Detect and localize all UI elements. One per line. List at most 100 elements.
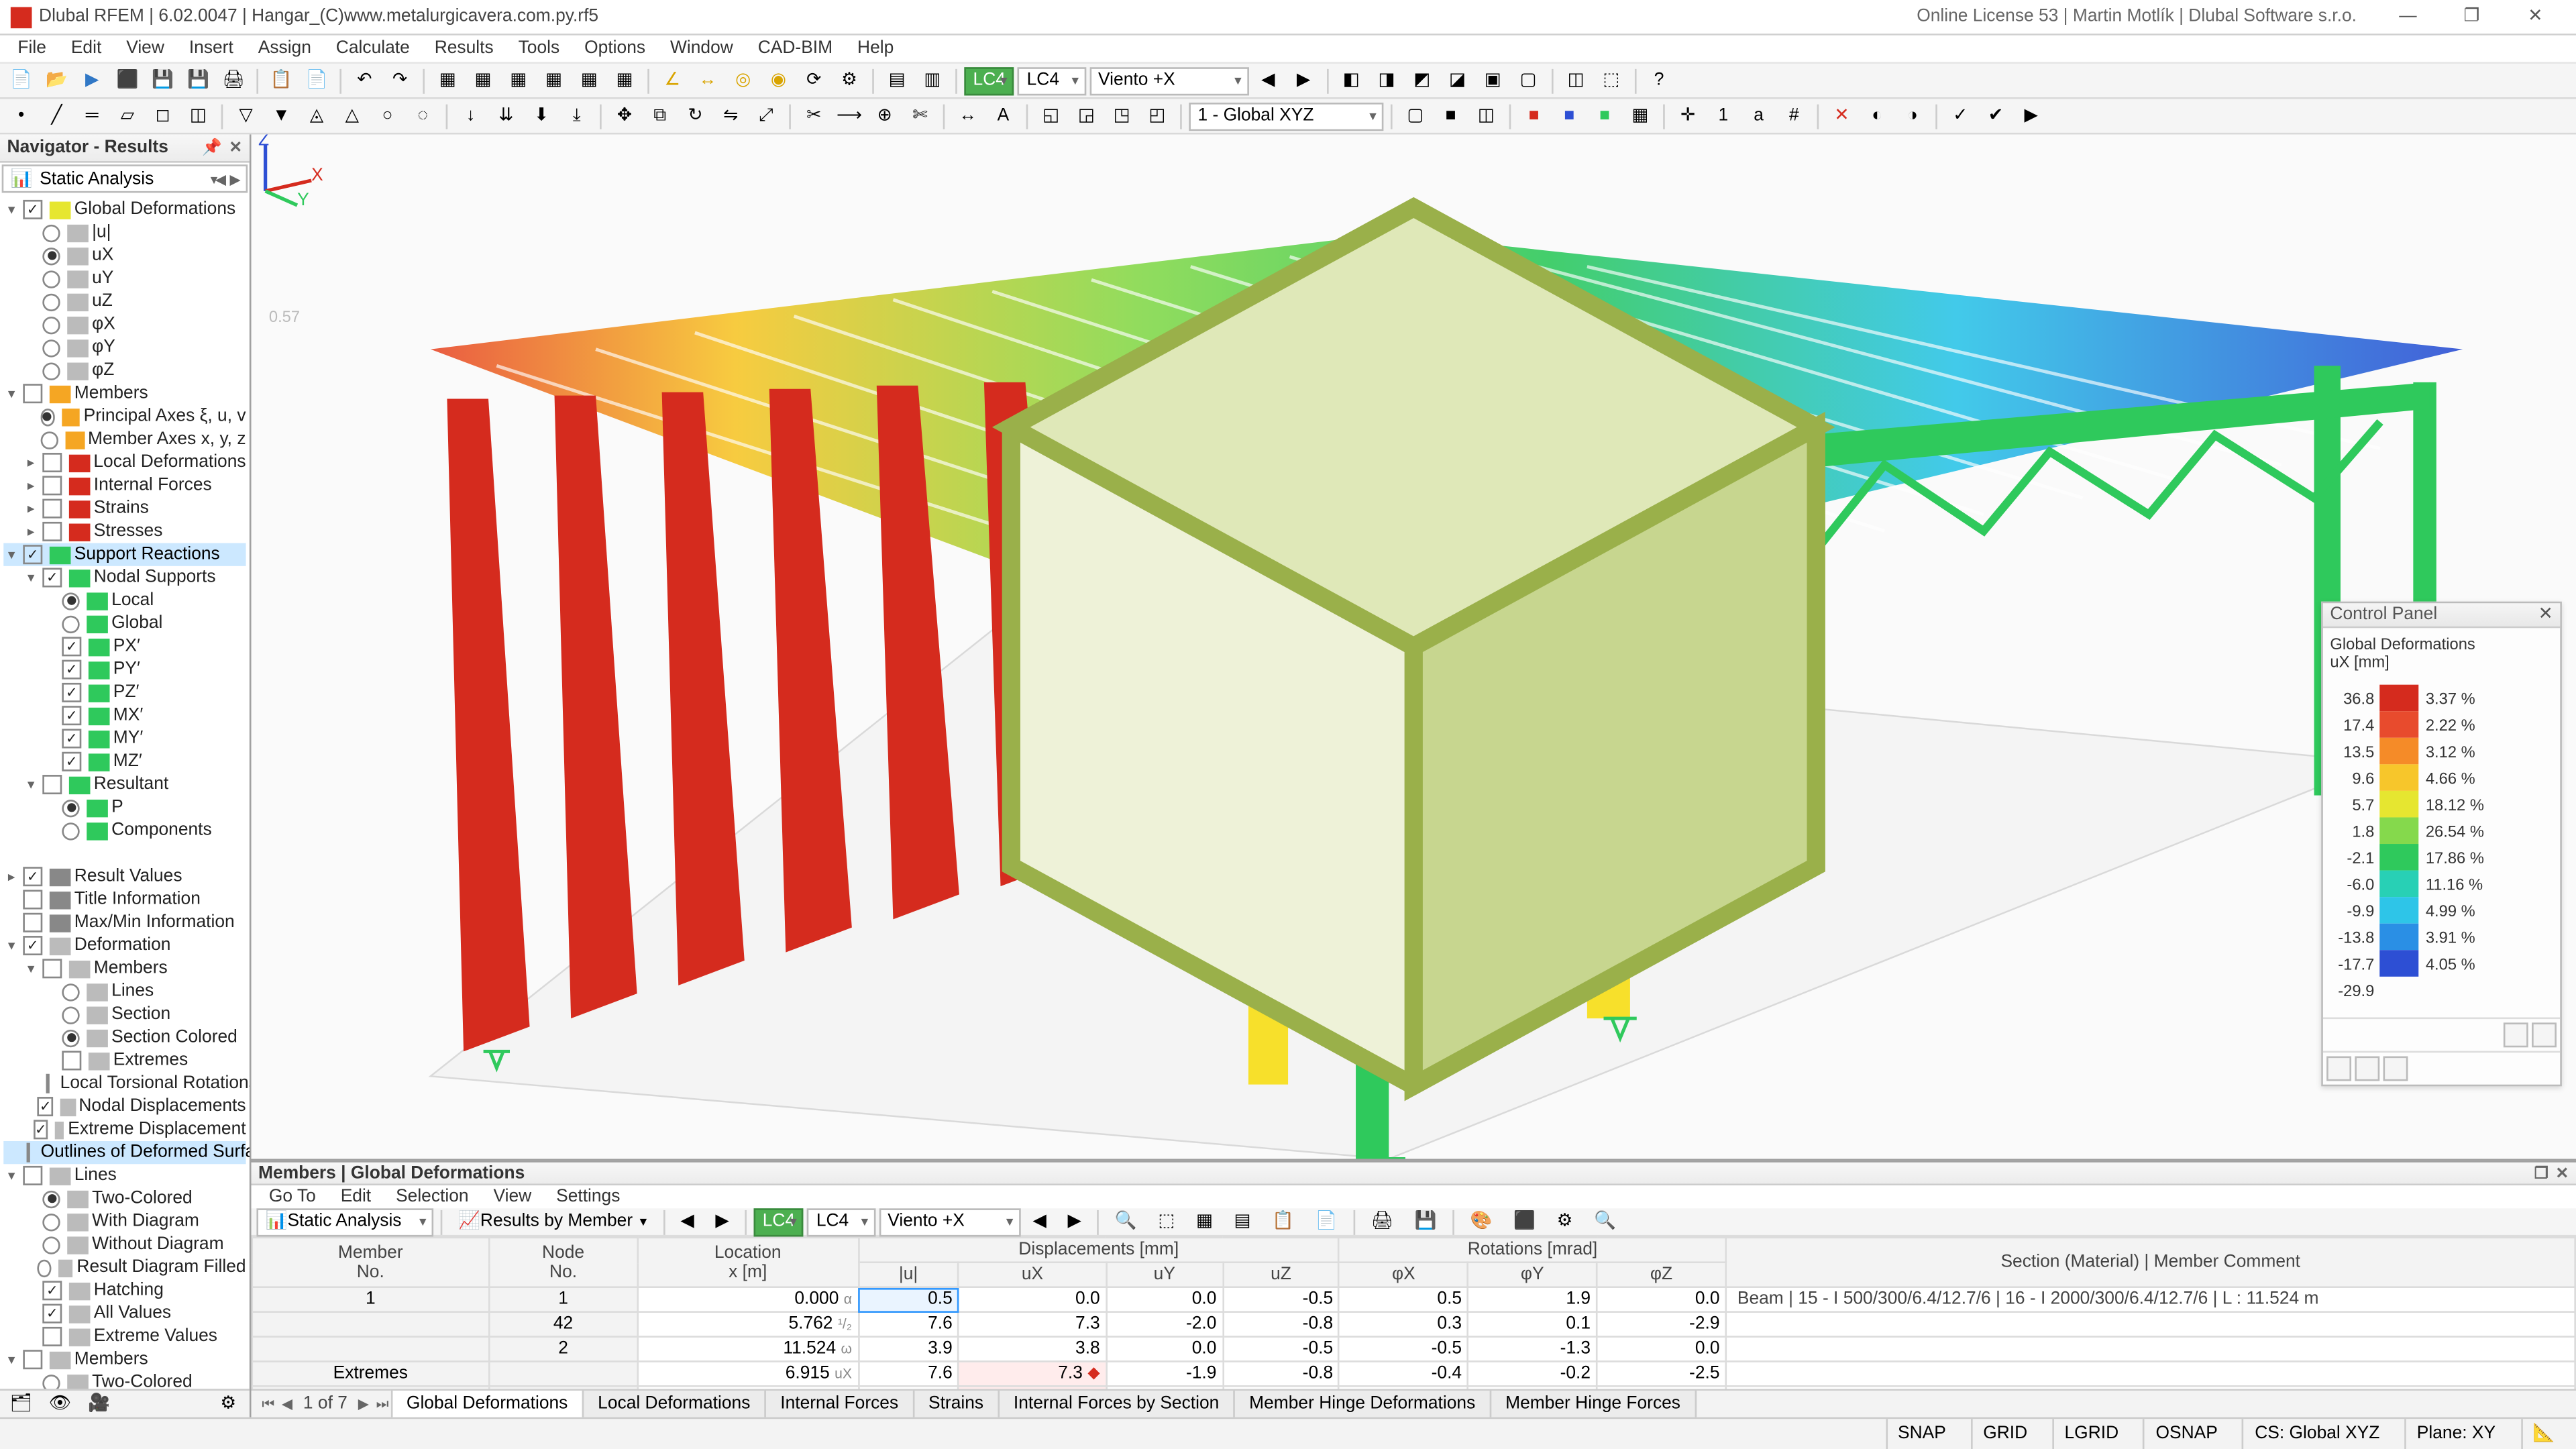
filter-button[interactable]: ▥ <box>916 64 948 96</box>
hinge-button[interactable]: ○ <box>372 100 403 131</box>
tree-tree-deformation[interactable]: ▾Deformation <box>3 934 246 957</box>
tree-tree-px[interactable]: PX′ <box>3 635 246 658</box>
tree-tree-title_info[interactable]: Title Information <box>3 888 246 911</box>
tree-tree-section[interactable]: Section <box>3 1003 246 1026</box>
tree-tree-nodal_disp[interactable]: Nodal Displacements <box>3 1095 246 1118</box>
grid-toggle[interactable]: GRID <box>1971 1419 2038 1449</box>
text-button[interactable]: A <box>987 100 1019 131</box>
menu-options[interactable]: Options <box>574 37 656 60</box>
panel-btn-l[interactable]: 🔍 <box>1585 1210 1625 1234</box>
copy-obj-button[interactable]: ⧉ <box>644 100 676 131</box>
extend-button[interactable]: ⟶ <box>833 100 865 131</box>
tree-tree-pr_axes[interactable]: Principal Axes ξ, u, v <box>3 405 246 428</box>
grid-f-button[interactable]: ▦ <box>608 64 640 96</box>
tab-internal-forces[interactable]: Internal Forces <box>765 1389 914 1417</box>
menu-window[interactable]: Window <box>659 37 743 60</box>
dim-button[interactable]: ↔ <box>952 100 983 131</box>
label-c-button[interactable]: # <box>1778 100 1810 131</box>
surface-button[interactable]: ▱ <box>111 100 143 131</box>
panel-next-button[interactable]: ▶ <box>706 1210 738 1234</box>
panel-lc-select[interactable]: LC4 <box>808 1208 875 1236</box>
menu-insert[interactable]: Insert <box>178 37 244 60</box>
panel-btn-e[interactable]: 📋 <box>1263 1210 1303 1234</box>
tab-internal-forces-by-section[interactable]: Internal Forces by Section <box>998 1389 1235 1417</box>
view-d-button[interactable]: ◪ <box>1442 64 1473 96</box>
lc-select[interactable]: LC4 <box>1018 66 1085 95</box>
tree-tree-members3[interactable]: ▾Members <box>3 1348 246 1371</box>
panel-lc-name[interactable]: Viento +X <box>879 1208 1020 1236</box>
tab-local-deformations[interactable]: Local Deformations <box>582 1389 766 1417</box>
maximize-button[interactable]: ❐ <box>2442 1 2502 32</box>
navigator-tree[interactable]: ▾Global Deformations|u|uXuYuZφXφYφZ▾Memb… <box>0 195 250 1389</box>
lc-tag-select[interactable]: LC4 <box>964 66 1014 95</box>
panel-menu-edit[interactable]: Edit <box>330 1185 382 1208</box>
label-a-button[interactable]: 1 <box>1707 100 1739 131</box>
query-b-button[interactable]: ◉ <box>763 64 794 96</box>
nav-prev-icon[interactable]: ◀ <box>213 171 228 187</box>
tree-tree-int_for[interactable]: ▸Internal Forces <box>3 474 246 497</box>
line-button[interactable]: ╱ <box>41 100 72 131</box>
table-view-button[interactable]: ▤ <box>881 64 912 96</box>
tree-tree-maxmin[interactable]: Max/Min Information <box>3 911 246 934</box>
tree-tree-mb_axes[interactable]: Member Axes x, y, z <box>3 428 246 451</box>
grid-d-button[interactable]: ▦ <box>538 64 570 96</box>
nav-opt-button[interactable]: ⚙ <box>211 1391 246 1416</box>
cp-tab-c[interactable] <box>2383 1057 2408 1081</box>
trim-button[interactable]: ✄ <box>904 100 936 131</box>
tree-tree-with_diag[interactable]: With Diagram <box>3 1210 246 1233</box>
release-button[interactable]: ◌ <box>407 100 439 131</box>
tab-strains[interactable]: Strains <box>912 1389 1000 1417</box>
view-f-button[interactable]: ▢ <box>1512 64 1544 96</box>
tree-tree-mz[interactable]: MZ′ <box>3 750 246 773</box>
save-button[interactable]: 💾 <box>147 64 178 96</box>
tabs-prev[interactable]: ◀ <box>278 1396 297 1412</box>
tree-tree-loc_tor[interactable]: Local Torsional Rotations <box>3 1072 246 1095</box>
table-row[interactable]: 425.762 ¹/₂7.67.3-2.0-0.80.30.1-2.9 <box>252 1312 2575 1337</box>
view-c-button[interactable]: ◩ <box>1406 64 1438 96</box>
model-check-button[interactable]: ▶ <box>76 64 107 96</box>
tab-member-hinge-forces[interactable]: Member Hinge Forces <box>1489 1389 1696 1417</box>
view-h-button[interactable]: ⬚ <box>1595 64 1627 96</box>
mirror-button[interactable]: ⇋ <box>714 100 746 131</box>
model-view[interactable]: 0.57 Z X Y <box>252 134 2576 1159</box>
snap-toggle[interactable]: SNAP <box>1886 1419 1957 1449</box>
tree-tree-members2[interactable]: ▾Members <box>3 957 246 980</box>
calc-button[interactable]: ⚙ <box>833 64 865 96</box>
tree-tree-global[interactable]: Global <box>3 612 246 635</box>
tree-tree-nodal_sup[interactable]: ▾Nodal Supports <box>3 566 246 589</box>
panel-btn-d[interactable]: ▤ <box>1225 1210 1259 1234</box>
check-a-button[interactable]: ✓ <box>1944 100 1976 131</box>
colors-a-button[interactable]: ■ <box>1518 100 1550 131</box>
grid-b-button[interactable]: ▦ <box>467 64 498 96</box>
table-row[interactable]: Extremes6.915 uX7.67.3 ⬥-1.9-0.8-0.4-0.2… <box>252 1361 2575 1386</box>
toggle-b-button[interactable]: ◑ <box>1896 100 1928 131</box>
colors-b-button[interactable]: ■ <box>1554 100 1585 131</box>
table-row[interactable]: 110.000 α0.50.00.0-0.50.51.90.0Beam | 15… <box>252 1287 2575 1312</box>
query-a-button[interactable]: ◎ <box>727 64 759 96</box>
lc-prev-button[interactable]: ◀ <box>1252 64 1284 96</box>
support-a-button[interactable]: ▽ <box>230 100 262 131</box>
table-row[interactable]: 211.524 ω3.93.80.0-0.5-0.5-1.30.0 <box>252 1337 2575 1362</box>
tabs-first[interactable]: ⏮ <box>258 1395 278 1413</box>
open-button[interactable]: 📂 <box>41 64 72 96</box>
tree-[interactable] <box>3 842 246 865</box>
menu-file[interactable]: File <box>7 37 57 60</box>
tree-tree-pz[interactable]: PZ′ <box>3 681 246 704</box>
view-b-button[interactable]: ◨ <box>1371 64 1402 96</box>
member-button[interactable]: ═ <box>76 100 107 131</box>
navigation-cube[interactable] <box>252 134 2576 1159</box>
tree-tree-members[interactable]: ▾Members <box>3 382 246 405</box>
panel-lc-next[interactable]: ▶ <box>1059 1210 1090 1234</box>
front-button[interactable]: ◳ <box>1106 100 1137 131</box>
wf-button[interactable]: ▢ <box>1399 100 1431 131</box>
tree-tree-two_col[interactable]: Two-Colored <box>3 1371 246 1389</box>
tree-tree-extr_val[interactable]: Extreme Values <box>3 1325 246 1348</box>
load-d-button[interactable]: ⤓ <box>561 100 592 131</box>
check-b-button[interactable]: ✔ <box>1980 100 2011 131</box>
tree-tree-hatching[interactable]: Hatching <box>3 1279 246 1302</box>
tree-tree-local[interactable]: Local <box>3 589 246 612</box>
solid-render-button[interactable]: ■ <box>1435 100 1466 131</box>
nav-next-icon[interactable]: ▶ <box>228 171 243 187</box>
redo-button[interactable]: ↷ <box>384 64 415 96</box>
load-a-button[interactable]: ↓ <box>455 100 486 131</box>
